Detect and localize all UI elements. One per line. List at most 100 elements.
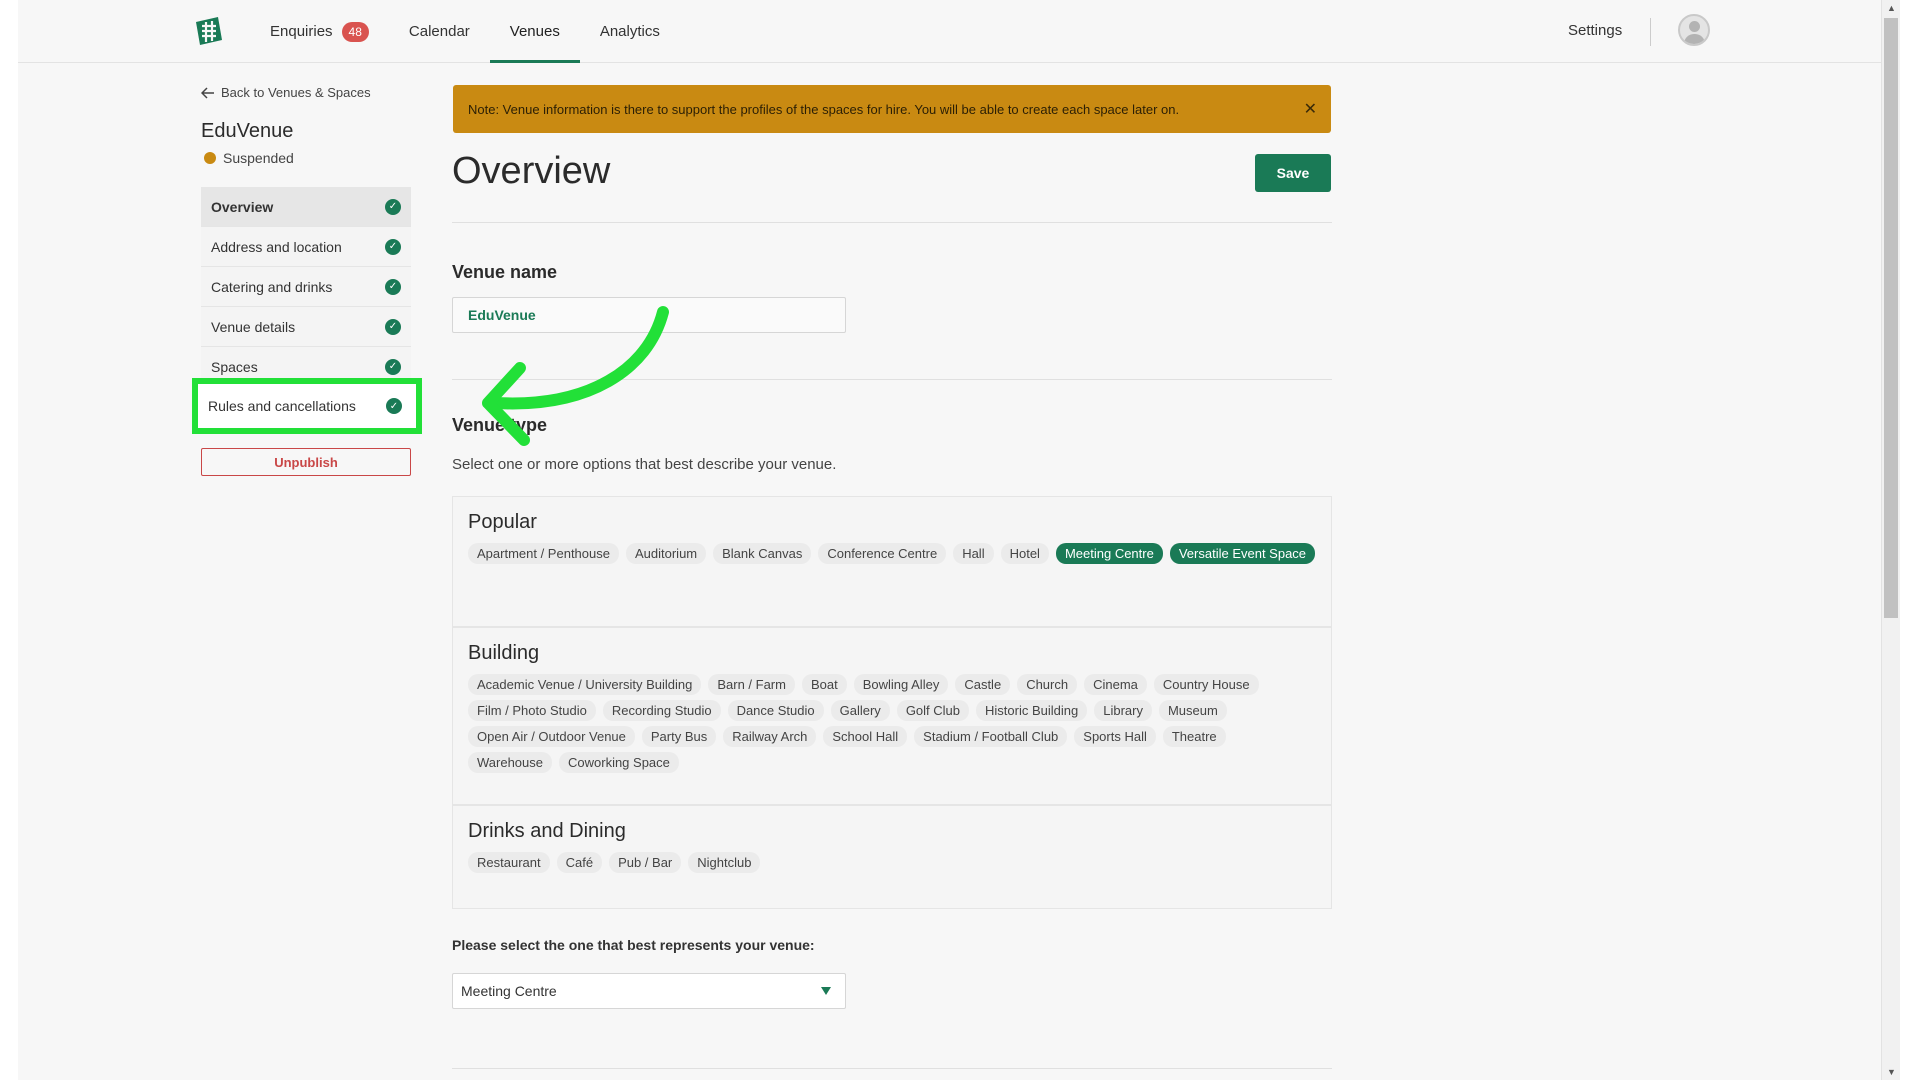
sidebar-item-label: Catering and drinks [211,278,333,295]
venue-type-tag[interactable]: Film / Photo Studio [468,700,596,721]
sidebar-item-label: Rules and cancellations [208,398,356,414]
settings-link[interactable]: Settings [1568,22,1622,39]
represent-venue-value: Meeting Centre [461,983,557,999]
venue-type-tag[interactable]: Bowling Alley [853,674,949,695]
venue-type-tag[interactable]: Café [556,852,603,873]
tag-list: Restaurant Café Pub / Bar Nightclub [468,852,1316,873]
venue-type-tag[interactable]: Dance Studio [727,700,824,721]
save-button[interactable]: Save [1255,154,1331,192]
category-title: Popular [468,511,537,533]
venue-type-tag[interactable]: Pub / Bar [609,852,682,873]
note-text: Note: Venue information is there to supp… [468,101,1180,117]
venue-type-tag[interactable]: Blank Canvas [713,543,812,564]
category-popular: Popular Apartment / Penthouse Auditorium B… [452,496,1332,627]
sidebar-menu: Overview ✓ Address and location ✓ Cateri… [201,187,411,387]
venue-type-tag[interactable]: Sports Hall [1074,726,1156,747]
section-divider [452,1068,1332,1069]
enquiries-count-badge: 48 [341,21,369,42]
nav-calendar-label: Calendar [408,23,470,40]
venue-type-tag[interactable]: Restaurant [468,852,550,873]
tag-list: Apartment / Penthouse Auditorium Blank Can… [468,543,1316,564]
venue-type-tag[interactable]: Barn / Farm [708,674,795,695]
venue-type-tag[interactable]: Gallery [830,700,890,721]
sidebar-item-venue-details[interactable]: Venue details ✓ [201,307,411,347]
vertical-scrollbar[interactable]: ▲ ▼ [1881,0,1900,1080]
top-navigation-bar: Enquiries 48 Calendar Venues Analytics S… [18,0,1881,63]
sidebar-item-label: Spaces [211,358,258,375]
venue-type-tag[interactable]: Hotel [1000,543,1049,564]
scroll-down-icon[interactable]: ▼ [1882,1064,1901,1080]
venue-type-tag[interactable]: Museum [1158,700,1227,721]
venue-type-tag[interactable]: Versatile Event Space [1169,543,1316,564]
venue-status: Suspended [204,150,294,166]
tag-list: Academic Venue / University Building Barn… [468,674,1316,773]
represent-venue-label: Please select the one that best represen… [452,937,815,953]
venue-type-tag[interactable]: Golf Club [896,700,970,721]
nav-calendar[interactable]: Calendar [389,0,490,63]
nav-enquiries[interactable]: Enquiries 48 [250,0,389,63]
venue-type-tag[interactable]: Conference Centre [818,543,947,564]
venue-type-tag[interactable]: Open Air / Outdoor Venue [468,726,635,747]
back-to-venues-link[interactable]: Back to Venues & Spaces [201,85,371,100]
venue-type-tag[interactable]: Castle [955,674,1011,695]
sidebar-item-catering[interactable]: Catering and drinks ✓ [201,267,411,307]
app-window: Enquiries 48 Calendar Venues Analytics S… [18,0,1881,1080]
nav-analytics[interactable]: Analytics [580,0,680,63]
venue-type-tag[interactable]: School Hall [823,726,908,747]
sidebar-item-label: Overview [211,198,274,215]
venue-type-tag[interactable]: Recording Studio [602,700,721,721]
venue-type-tag[interactable]: Railway Arch [723,726,817,747]
venue-type-tag[interactable]: Stadium / Football Club [914,726,1068,747]
category-drinks-dining: Drinks and Dining Restaurant Café Pub / Ba… [452,805,1332,909]
venue-type-tag[interactable]: Cinema [1084,674,1147,695]
status-dot-icon [204,152,216,164]
annotation-arrow-icon [482,306,669,446]
sidebar-item-rules-and-cancellations[interactable]: Rules and cancellations ✓ [192,378,422,434]
scrollbar-thumb[interactable] [1884,18,1898,618]
check-circle-icon: ✓ [385,198,401,215]
nav-venues-label: Venues [509,23,560,40]
represent-venue-select[interactable]: Meeting Centre [452,973,846,1009]
page-title: Overview [452,150,611,192]
close-icon[interactable]: ✕ [1304,99,1317,119]
venue-type-tag[interactable]: Warehouse [468,752,552,773]
venue-type-tag[interactable]: Theatre [1162,726,1226,747]
venue-type-tag[interactable]: Coworking Space [559,752,679,773]
sidebar-item-address[interactable]: Address and location ✓ [201,227,411,267]
check-circle-icon: ✓ [385,278,401,295]
venue-name-label: Venue name [452,262,558,282]
sidebar-item-label: Venue details [211,318,296,335]
sidebar-item-label: Address and location [211,238,342,255]
venue-type-helper: Select one or more options that best des… [452,456,837,473]
venue-type-tag[interactable]: Academic Venue / University Building [468,674,702,695]
venue-type-tag[interactable]: Boat [801,674,847,695]
main-nav: Enquiries 48 Calendar Venues Analytics [250,0,680,63]
nav-venues[interactable]: Venues [489,0,580,63]
nav-analytics-label: Analytics [599,23,660,40]
venue-type-tag[interactable]: Hall [953,543,994,564]
unpublish-button[interactable]: Unpublish [201,448,411,476]
venue-type-tag[interactable]: Historic Building [976,700,1088,721]
check-circle-icon: ✓ [385,238,401,255]
check-circle-icon: ✓ [385,358,401,375]
venue-type-tag[interactable]: Country House [1153,674,1259,695]
scroll-up-icon[interactable]: ▲ [1882,0,1901,16]
venue-type-tag[interactable]: Party Bus [641,726,717,747]
arrow-left-icon [201,86,214,99]
info-note-banner: Note: Venue information is there to supp… [453,85,1331,133]
brand-logo-icon[interactable] [192,14,226,48]
category-title: Drinks and Dining [468,820,626,842]
venue-type-tag[interactable]: Church [1017,674,1078,695]
venue-type-tag[interactable]: Auditorium [625,543,707,564]
check-circle-icon: ✓ [386,398,402,414]
section-divider [452,222,1332,223]
venue-status-label: Suspended [223,150,294,166]
sidebar-item-overview[interactable]: Overview ✓ [201,187,411,227]
user-avatar-icon[interactable] [1678,14,1710,46]
venue-type-tag[interactable]: Apartment / Penthouse [468,543,619,564]
venue-type-tag[interactable]: Library [1094,700,1152,721]
sidebar-venue-title: EduVenue [201,120,294,142]
venue-type-tag[interactable]: Meeting Centre [1055,543,1163,564]
left-frame-strip [0,0,18,1080]
venue-type-tag[interactable]: Nightclub [688,852,761,873]
